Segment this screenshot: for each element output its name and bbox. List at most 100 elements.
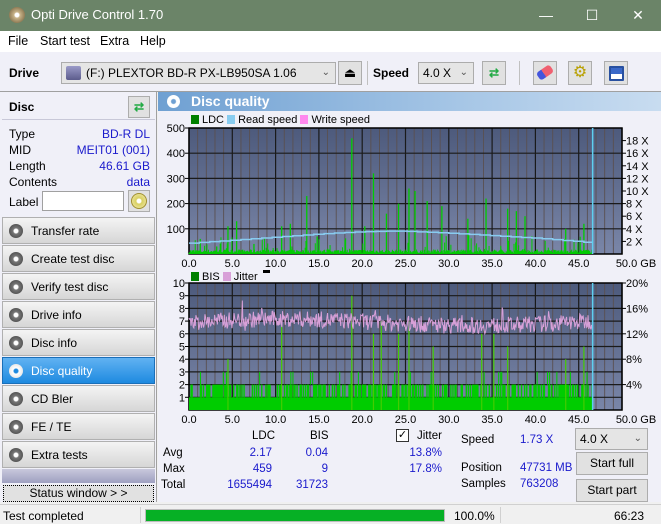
nav-label: Disc info xyxy=(31,336,78,350)
disc-quality-panel: Disc quality LDC Read speed Write speed … xyxy=(158,92,661,502)
x-tick-label: 30.0 xyxy=(438,414,459,426)
test-speed-select[interactable]: 4.0 X ⌄ xyxy=(575,428,648,450)
progress-text: 100.0% xyxy=(454,509,495,523)
jitter-checkbox[interactable]: ✓ xyxy=(396,429,409,442)
nav-disc-quality[interactable]: Disc quality xyxy=(2,357,155,384)
disc-panel: Disc ⇄ Type BD-R DL MID MEIT01 (001) Len… xyxy=(2,94,155,219)
progress-bar xyxy=(145,509,445,522)
nav-label: Verify test disc xyxy=(31,280,109,294)
status-window-button[interactable]: Status window > > xyxy=(3,485,154,502)
erase-button[interactable] xyxy=(533,61,557,85)
nav-label: Drive info xyxy=(31,308,82,322)
app-icon xyxy=(9,7,25,23)
y-right-tick-label: 8% xyxy=(626,354,642,366)
y-left-tick-label: 2 xyxy=(179,380,185,392)
x-tick-label: 25.0 xyxy=(395,258,416,270)
settings-button[interactable]: ⚙ xyxy=(568,61,592,85)
samples-label: Samples xyxy=(461,478,506,490)
x-tick-label: 40.0 xyxy=(525,414,546,426)
menu-help[interactable]: Help xyxy=(140,34,166,48)
window-title: Opti Drive Control 1.70 xyxy=(31,7,164,22)
status-separator xyxy=(140,507,141,523)
disc-quality-icon xyxy=(167,95,180,108)
nav-transfer-rate[interactable]: Transfer rate xyxy=(2,217,155,244)
disc-panel-header: Disc ⇄ xyxy=(2,94,155,120)
settings-icon: ⚙ xyxy=(572,64,588,81)
progress-fill xyxy=(146,510,444,521)
disc-length-key: Length xyxy=(9,159,46,173)
disc-length-value: 46.61 GB xyxy=(99,159,150,173)
menu-extra[interactable]: Extra xyxy=(100,34,129,48)
max-jitter: 17.8% xyxy=(409,463,442,475)
position-label: Position xyxy=(461,462,502,474)
y-right-tick-label: 10 X xyxy=(626,186,649,198)
y-left-tick-label: 7 xyxy=(179,316,185,328)
y-right-tick-label: 4% xyxy=(626,380,642,392)
drive-info-icon xyxy=(9,308,23,322)
cd-bler-icon xyxy=(9,392,23,406)
nav-extra-tests[interactable]: Extra tests xyxy=(2,441,155,468)
nav-drive-info[interactable]: Drive info xyxy=(2,301,155,328)
charts-canvas: 0.0 5.0 10.0 15.0 20.0 25.0 30.0 35.0 40.0 45.0 50… xyxy=(167,123,657,426)
row-label-avg: Avg xyxy=(163,447,183,459)
x-tick-label: 20.0 xyxy=(351,258,372,270)
save-button[interactable] xyxy=(604,61,628,85)
disc-quality-icon xyxy=(9,364,23,378)
drive-select[interactable]: (F:) PLEXTOR BD-R PX-LB950SA 1.06 ⌄ xyxy=(61,62,336,84)
panel-title: Disc quality xyxy=(191,93,270,109)
row-label-total: Total xyxy=(161,479,186,491)
menu-file[interactable]: File xyxy=(8,34,28,48)
drive-icon xyxy=(66,66,81,80)
start-part-button[interactable]: Start part xyxy=(576,479,648,502)
panel-header: Disc quality xyxy=(158,92,661,111)
disc-label-button[interactable] xyxy=(128,190,150,212)
speed-select[interactable]: 4.0 X ⌄ xyxy=(418,62,474,84)
status-bar: Test completed 100.0% 66:23 xyxy=(0,504,661,524)
col-header-bis: BIS xyxy=(310,430,329,442)
nav-label: Transfer rate xyxy=(31,224,100,238)
samples-value: 763208 xyxy=(520,478,559,490)
y-right-tick-label: 8 X xyxy=(626,199,643,211)
y-right-tick-label: 20% xyxy=(626,278,648,290)
y-left-tick-label: 9 xyxy=(179,291,185,303)
sidebar: Disc ⇄ Type BD-R DL MID MEIT01 (001) Len… xyxy=(0,92,157,502)
test-speed-value: 4.0 X xyxy=(580,432,609,446)
refresh-button[interactable]: ⇄ xyxy=(482,61,506,85)
speed-value: 1.73 X xyxy=(520,434,554,446)
chevron-down-icon: ⌄ xyxy=(321,67,330,78)
nav-fe-te[interactable]: FE / TE xyxy=(2,413,155,440)
drive-value: (F:) PLEXTOR BD-R PX-LB950SA 1.06 xyxy=(86,66,297,80)
disc-mid-key: MID xyxy=(9,143,31,157)
close-button[interactable]: ✕ xyxy=(615,0,661,31)
nav-verify-test-disc[interactable]: Verify test disc xyxy=(2,273,155,300)
x-tick-label: 5.0 xyxy=(225,258,240,270)
y-right-tick-label: 16% xyxy=(626,303,648,315)
nav-create-test-disc[interactable]: Create test disc xyxy=(2,245,155,272)
y-left-tick-label: 400 xyxy=(167,148,185,160)
y-left-tick-label: 500 xyxy=(167,123,185,135)
nav-cd-bler[interactable]: CD Bler xyxy=(2,385,155,412)
avg-ldc: 2.17 xyxy=(249,447,272,459)
eject-button[interactable]: ⏏ xyxy=(338,61,362,85)
extra-tests-icon xyxy=(9,448,23,462)
y-left-tick-label: 300 xyxy=(167,173,185,185)
total-ldc: 1655494 xyxy=(227,479,272,491)
minimize-button[interactable]: — xyxy=(523,0,569,31)
disc-label-input[interactable] xyxy=(42,191,124,211)
disc-mid-value: MEIT01 (001) xyxy=(76,143,150,157)
drive-label: Drive xyxy=(9,66,40,80)
y-left-tick-label: 6 xyxy=(179,329,185,341)
start-full-button[interactable]: Start full xyxy=(576,452,648,475)
toolbar-separator xyxy=(519,61,520,85)
menu-start-test[interactable]: Start test xyxy=(40,34,90,48)
disc-refresh-button[interactable]: ⇄ xyxy=(128,96,150,118)
ldc-chart: 0.0 5.0 10.0 15.0 20.0 25.0 30.0 35.0 40.0 45.0 50… xyxy=(167,123,657,270)
jitter-label: Jitter xyxy=(417,430,442,442)
nav-label: Create test disc xyxy=(31,252,115,266)
avg-bis: 0.04 xyxy=(305,447,328,459)
disc-label-key: Label xyxy=(9,195,39,209)
x-tick-label: 45.0 xyxy=(568,414,589,426)
nav-disc-info[interactable]: Disc info xyxy=(2,329,155,356)
y-right-tick-label: 2 X xyxy=(626,236,643,248)
maximize-button[interactable]: ☐ xyxy=(569,0,615,31)
